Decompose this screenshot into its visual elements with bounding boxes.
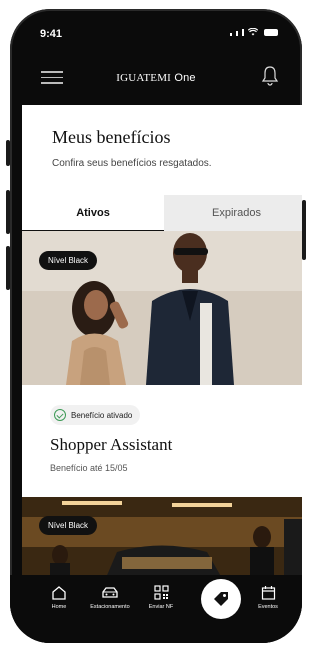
status-badge: Benefício ativado <box>50 405 141 425</box>
nav-eventos[interactable]: Eventos <box>256 585 280 610</box>
level-badge: Nível Black <box>39 516 98 535</box>
tab-bar: Ativos Expirados <box>22 195 302 231</box>
signal-icon <box>230 33 232 36</box>
wifi-icon <box>248 28 258 36</box>
signal-icon <box>236 31 238 36</box>
tab-expirados[interactable]: Expirados <box>164 195 302 231</box>
card-photo-illustration <box>22 497 302 575</box>
tag-icon <box>214 592 228 606</box>
brand-suffix: One <box>174 72 196 84</box>
benefit-card-info[interactable]: Benefício ativado Shopper Assistant Bene… <box>22 385 302 493</box>
brand-name: IGUATEMI <box>116 72 172 84</box>
bottom-navigation: Home Estacionamento Enviar NF Eventos <box>10 575 302 643</box>
car-icon <box>102 587 118 598</box>
status-icons <box>230 28 278 36</box>
benefit-title: Shopper Assistant <box>50 435 173 454</box>
home-icon <box>52 586 66 600</box>
nav-enviar-nf[interactable]: Enviar NF <box>144 585 178 610</box>
nav-label: Enviar NF <box>148 604 174 610</box>
nav-label: Eventos <box>258 604 278 610</box>
page-title: Meus benefícios <box>52 127 171 147</box>
nav-estacionamento[interactable]: Estacionamento <box>78 585 142 610</box>
brand-logo: IGUATEMI One <box>10 72 302 84</box>
top-navigation: IGUATEMI One <box>10 61 302 95</box>
qr-icon <box>153 585 169 600</box>
level-badge: Nível Black <box>39 251 98 270</box>
phone-frame: 9:41 IGUATEMI One Meus benefícios Confir… <box>10 9 302 643</box>
benefit-card-image[interactable]: Nível Black <box>22 497 302 575</box>
nav-label: Estacionamento <box>90 604 130 610</box>
status-bar: 9:41 <box>10 9 302 47</box>
phone-side-button <box>302 200 306 260</box>
benefits-sheet: Meus benefícios Confira seus benefícios … <box>22 105 302 575</box>
status-time: 9:41 <box>40 28 63 40</box>
page-subtitle: Confira seus benefícios resgatados. <box>52 158 212 169</box>
nav-beneficios-fab[interactable] <box>201 579 241 619</box>
benefit-card-image[interactable]: Nível Black <box>22 231 302 385</box>
benefit-validity: Benefício até 15/05 <box>50 463 128 473</box>
battery-icon <box>264 29 278 36</box>
check-circle-icon <box>54 409 66 421</box>
calendar-icon <box>261 586 275 600</box>
status-badge-label: Benefício ativado <box>71 410 133 420</box>
nav-label: Home <box>51 604 67 610</box>
bell-icon[interactable] <box>260 65 280 87</box>
nav-home[interactable]: Home <box>48 585 70 610</box>
tab-ativos[interactable]: Ativos <box>22 195 164 231</box>
signal-icon <box>242 29 244 36</box>
